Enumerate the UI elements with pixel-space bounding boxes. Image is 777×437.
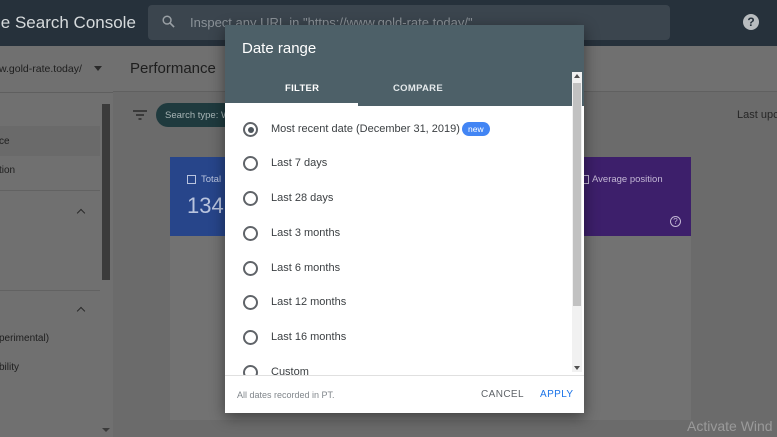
scroll-down-arrow[interactable] — [102, 428, 110, 432]
last-updated: Last upc — [737, 109, 777, 121]
option-label: Last 16 months — [271, 331, 347, 343]
dialog-scrollbar-thumb[interactable] — [573, 83, 581, 306]
tab-filter[interactable]: FILTER — [285, 83, 319, 94]
scroll-down-arrow[interactable] — [574, 366, 580, 370]
help-icon[interactable]: ? — [670, 216, 681, 227]
app-brand[interactable]: le Search Console — [0, 13, 136, 33]
property-selector[interactable]: w.gold-rate.today/ — [0, 46, 113, 93]
property-label: w.gold-rate.today/ — [0, 63, 82, 75]
dialog-footer: All dates recorded in PT. CANCEL APPLY — [225, 375, 584, 413]
radio-button[interactable] — [243, 191, 258, 206]
option-most-recent-date[interactable]: Most recent date (December 31, 2019) new — [225, 122, 571, 157]
sidebar-scrollbar[interactable] — [102, 104, 110, 280]
sidebar-item-usability[interactable]: bility — [0, 362, 19, 373]
dialog-header: Date range FILTER COMPARE — [225, 25, 584, 106]
option-last-7-days[interactable]: Last 7 days — [225, 156, 571, 191]
timezone-note: All dates recorded in PT. — [237, 390, 335, 400]
radio-button[interactable] — [243, 156, 258, 171]
option-label: Last 3 months — [271, 227, 341, 239]
radio-button-selected[interactable] — [243, 122, 258, 137]
option-label: Most recent date (December 31, 2019) — [271, 123, 460, 135]
tab-compare[interactable]: COMPARE — [393, 83, 443, 94]
apply-button[interactable]: APPLY — [540, 389, 574, 400]
activate-windows-watermark: Activate Wind — [687, 418, 773, 434]
average-position-card[interactable]: Average position ? — [580, 157, 691, 236]
option-last-3-months[interactable]: Last 3 months — [225, 226, 571, 261]
card-label: Total — [201, 174, 222, 185]
option-last-16-months[interactable]: Last 16 months — [225, 330, 571, 365]
sidebar: w.gold-rate.today/ ce tion perimental) b… — [0, 46, 113, 437]
option-label: Last 6 months — [271, 262, 341, 274]
option-label: Last 28 days — [271, 192, 334, 204]
option-last-28-days[interactable]: Last 28 days — [225, 191, 571, 226]
sidebar-item-url-inspection[interactable]: tion — [0, 165, 15, 176]
card-value: 134 — [187, 193, 224, 218]
radio-button[interactable] — [243, 261, 258, 276]
tab-indicator — [225, 103, 358, 106]
chevron-up-icon[interactable] — [76, 306, 86, 316]
chevron-up-icon[interactable] — [76, 208, 86, 218]
search-icon — [162, 15, 175, 28]
checkbox-icon — [187, 175, 196, 184]
card-label: Average position — [592, 174, 663, 185]
chevron-down-icon — [94, 66, 102, 71]
radio-button[interactable] — [243, 295, 258, 310]
scroll-up-arrow[interactable] — [574, 74, 580, 78]
option-label: Last 7 days — [271, 157, 328, 169]
search-type-chip[interactable]: Search type: W — [156, 103, 236, 127]
date-range-dialog: Date range FILTER COMPARE Most recent da… — [225, 25, 584, 413]
filter-icon[interactable] — [133, 110, 147, 120]
help-icon[interactable]: ? — [743, 14, 759, 30]
sidebar-divider — [0, 290, 100, 291]
radio-button[interactable] — [243, 330, 258, 345]
cancel-button[interactable]: CANCEL — [481, 389, 524, 400]
option-last-12-months[interactable]: Last 12 months — [225, 295, 571, 330]
sidebar-item-performance[interactable]: ce — [0, 136, 10, 147]
new-badge: new — [462, 122, 490, 136]
option-label: Last 12 months — [271, 296, 347, 308]
dialog-title: Date range — [242, 40, 317, 57]
sidebar-divider — [0, 190, 100, 191]
radio-button[interactable] — [243, 226, 258, 241]
total-clicks-card[interactable]: Total 134 — [170, 157, 226, 236]
page-title: Performance — [130, 60, 216, 77]
option-last-6-months[interactable]: Last 6 months — [225, 261, 571, 296]
sidebar-item-experimental[interactable]: perimental) — [0, 333, 49, 344]
sidebar-active-highlight — [0, 126, 100, 156]
